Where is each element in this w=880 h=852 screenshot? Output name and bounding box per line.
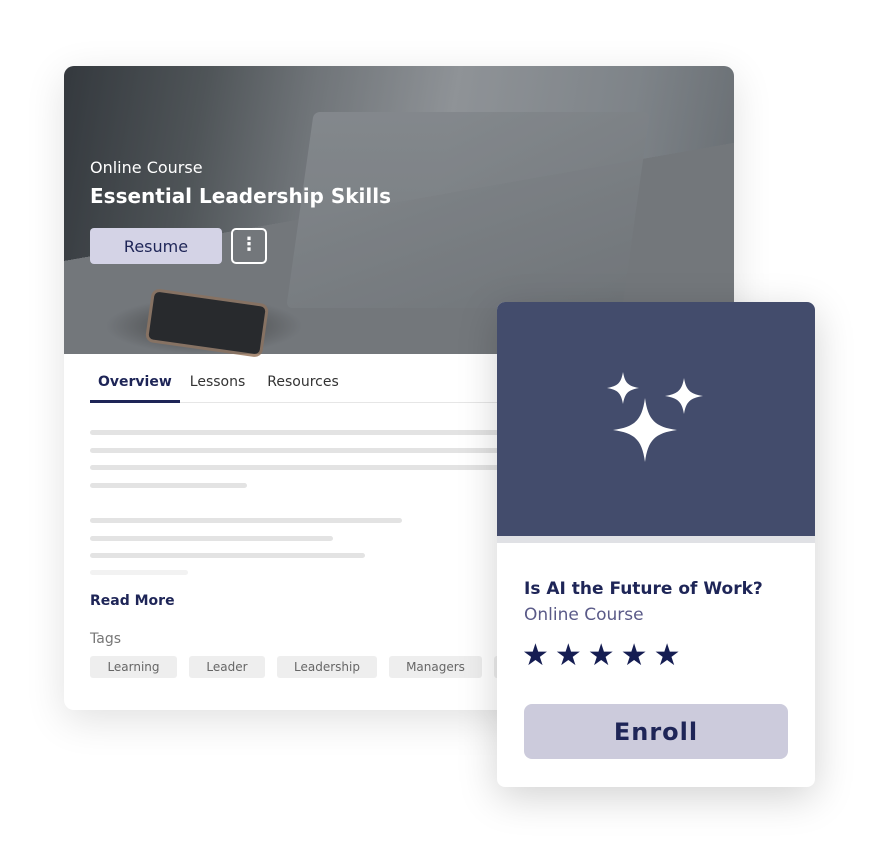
enroll-button[interactable]: Enroll	[524, 704, 788, 759]
text-placeholder	[90, 465, 510, 470]
tag[interactable]: Managers	[389, 656, 482, 678]
text-placeholder	[90, 570, 188, 575]
recommended-course-title[interactable]: Is AI the Future of Work?	[524, 579, 763, 599]
text-placeholder	[90, 483, 247, 488]
recommended-course-type: Online Course	[524, 605, 644, 625]
text-placeholder	[90, 518, 402, 523]
tag[interactable]: Leadership	[277, 656, 377, 678]
tab-resources[interactable]: Resources	[259, 366, 347, 403]
tag[interactable]: Leader	[189, 656, 265, 678]
vertical-ellipsis-icon: ⋮	[240, 234, 258, 255]
recommended-course-card[interactable]: Is AI the Future of Work? Online Course …	[497, 302, 815, 787]
tab-overview[interactable]: Overview	[90, 366, 180, 403]
tag[interactable]: Learning	[90, 656, 177, 678]
resume-button[interactable]: Resume	[90, 228, 222, 264]
read-more-link[interactable]: Read More	[90, 593, 175, 609]
text-placeholder	[90, 536, 333, 541]
text-placeholder	[90, 553, 365, 558]
text-placeholder	[90, 430, 510, 435]
course-title: Essential Leadership Skills	[90, 184, 392, 208]
tag-list: Learning Leader Leadership Managers	[90, 656, 534, 678]
course-thumbnail	[497, 302, 815, 543]
star-rating: ★★★★★	[522, 638, 687, 673]
tags-label: Tags	[90, 631, 121, 647]
text-placeholder	[90, 448, 510, 453]
tab-lessons[interactable]: Lessons	[182, 366, 254, 403]
course-type: Online Course	[90, 158, 203, 177]
more-options-button[interactable]: ⋮	[231, 228, 267, 264]
sparkles-icon	[607, 372, 703, 462]
